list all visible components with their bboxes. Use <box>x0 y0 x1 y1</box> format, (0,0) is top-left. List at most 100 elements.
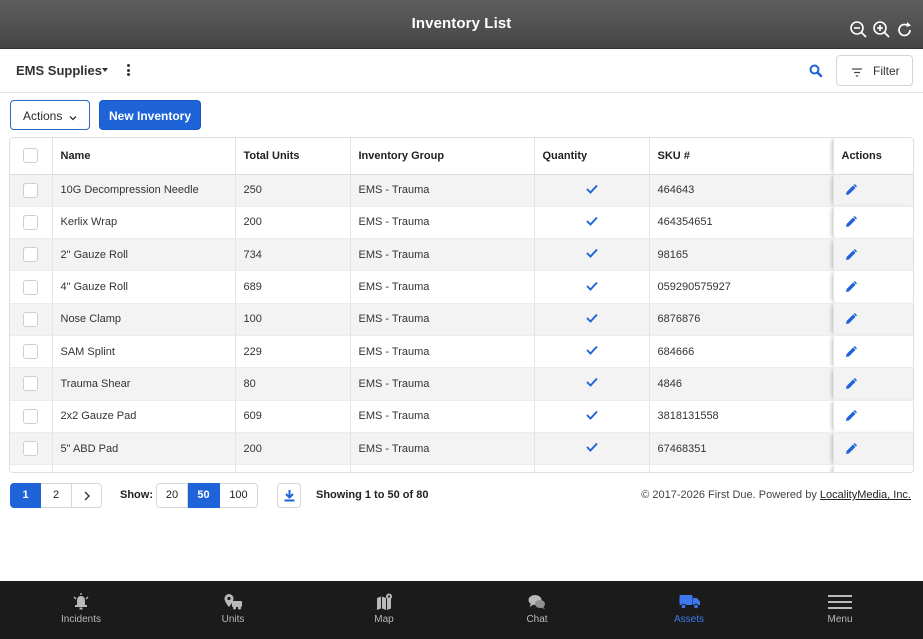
table-header-row: Name Total Units Inventory Group Quantit… <box>10 138 913 175</box>
row-checkbox-cell[interactable] <box>10 206 53 240</box>
truck-icon <box>679 593 700 611</box>
table-row[interactable]: 4" Gauze Roll 689 EMS - Trauma 059290575927 <box>10 270 914 304</box>
cell-quantity <box>534 400 650 433</box>
edit-pencil-icon[interactable] <box>845 410 914 422</box>
cell-name: 2x2 Gauze Pad <box>52 400 236 433</box>
actions-dropdown[interactable]: Actions <box>10 100 90 130</box>
checkmark-icon <box>585 313 598 323</box>
row-checkbox[interactable] <box>23 214 39 230</box>
row-checkbox[interactable] <box>23 279 39 295</box>
cell-inventory-group: EMS - Trauma <box>350 238 535 272</box>
checkmark-icon <box>585 345 598 355</box>
select-all-checkbox[interactable] <box>23 148 39 164</box>
row-checkbox[interactable] <box>23 441 39 457</box>
nav-assets[interactable]: Assets <box>644 581 734 639</box>
cell-name: 10G Decompression Needle <box>52 174 236 207</box>
table-row[interactable]: Kerlix Wrap 200 EMS - Trauma 464354651 <box>10 206 914 240</box>
edit-pencil-icon[interactable] <box>845 442 914 455</box>
showing-count: Showing 1 to 50 of 80 <box>316 489 429 501</box>
table-row[interactable]: 5" ABD Pad 200 EMS - Trauma 67468351 <box>10 432 914 466</box>
row-checkbox-cell[interactable] <box>10 174 53 207</box>
row-checkbox[interactable] <box>23 311 39 327</box>
list-name-dropdown[interactable]: EMS Supplies <box>16 63 102 78</box>
cell-actions <box>833 432 914 466</box>
cell-sku: 6876876 <box>649 303 834 336</box>
cell-name: 4" Gauze Roll <box>52 270 236 304</box>
locality-media-link[interactable]: LocalityMedia, Inc. <box>820 489 911 501</box>
row-checkbox-cell[interactable] <box>10 367 53 401</box>
zoom-out-icon[interactable] <box>849 20 869 40</box>
refresh-icon[interactable] <box>895 20 915 40</box>
table-row[interactable]: SAM Splint 229 EMS - Trauma 684666 <box>10 335 914 369</box>
cell-total-units: 100 <box>235 303 351 336</box>
row-checkbox-cell[interactable] <box>10 303 53 336</box>
page-1-button[interactable]: 1 <box>10 483 41 508</box>
column-header-total-units[interactable]: Total Units <box>235 138 351 175</box>
nav-chat[interactable]: Chat <box>492 581 582 639</box>
row-checkbox[interactable] <box>23 182 39 198</box>
table-row[interactable]: 10G Decompression Needle 250 EMS - Trauma 4… <box>10 174 914 207</box>
row-checkbox-cell[interactable] <box>10 400 53 433</box>
cell-inventory-group: EMS - Trauma <box>350 303 535 336</box>
row-checkbox-cell[interactable] <box>10 270 53 304</box>
inventory-table: Name Total Units Inventory Group Quantit… <box>9 137 914 473</box>
nav-label: Units <box>221 614 245 625</box>
map-pin-vehicle-icon <box>223 593 243 611</box>
table-row[interactable]: 2" Gauze Roll 734 EMS - Trauma 98165 <box>10 238 914 272</box>
nav-units[interactable]: Units <box>188 581 278 639</box>
nav-label: Incidents <box>60 614 102 625</box>
page-size-20[interactable]: 20 <box>156 483 188 508</box>
chevron-down-icon[interactable] <box>102 68 108 72</box>
page-2-button[interactable]: 2 <box>41 483 72 508</box>
row-checkbox[interactable] <box>23 408 39 424</box>
cell-sku: 3818131558 <box>649 400 834 433</box>
row-checkbox[interactable] <box>23 344 39 360</box>
page-size-100[interactable]: 100 <box>220 483 258 508</box>
cell-total-units: 80 <box>235 367 351 401</box>
row-checkbox-cell[interactable] <box>10 432 53 466</box>
download-button[interactable] <box>277 483 301 508</box>
table-row[interactable]: Nose Clamp 100 EMS - Trauma 6876876 <box>10 303 914 336</box>
row-checkbox-cell[interactable] <box>10 238 53 272</box>
select-all-checkbox-cell[interactable] <box>10 138 53 175</box>
edit-pencil-icon[interactable] <box>845 345 914 358</box>
row-checkbox[interactable] <box>23 247 39 263</box>
edit-pencil-icon[interactable] <box>845 216 914 228</box>
edit-pencil-icon[interactable] <box>845 281 914 293</box>
checkmark-icon <box>585 377 598 388</box>
nav-menu[interactable]: Menu <box>795 581 885 639</box>
edit-pencil-icon[interactable] <box>845 377 914 390</box>
page-size-50[interactable]: 50 <box>188 483 220 508</box>
more-options-icon[interactable] <box>127 64 131 78</box>
row-checkbox[interactable] <box>23 376 39 392</box>
cell-actions <box>833 367 914 401</box>
nav-incidents[interactable]: Incidents <box>36 581 126 639</box>
search-icon[interactable] <box>808 63 824 79</box>
cell-actions <box>833 270 914 304</box>
column-header-quantity[interactable]: Quantity <box>534 138 650 175</box>
cell-total-units: 689 <box>235 270 351 304</box>
nav-map[interactable]: Map <box>339 581 429 639</box>
cell-sku: 4846 <box>649 367 834 401</box>
filter-button[interactable]: Filter <box>836 55 913 86</box>
next-page-button[interactable] <box>72 483 102 508</box>
table-row[interactable]: Trauma Shear 80 EMS - Trauma 4846 <box>10 367 914 401</box>
cell-actions <box>833 400 914 433</box>
table-row[interactable]: 2x2 Gauze Pad 609 EMS - Trauma 3818131558 <box>10 400 914 433</box>
hamburger-menu-icon <box>828 593 852 611</box>
pagination: 1 2 <box>10 483 102 508</box>
edit-pencil-icon[interactable] <box>845 248 914 261</box>
cell-total-units: 250 <box>235 174 351 207</box>
list-header: EMS Supplies Filter <box>0 49 923 93</box>
column-header-name[interactable]: Name <box>52 138 236 175</box>
edit-pencil-icon[interactable] <box>845 313 914 325</box>
row-checkbox-cell[interactable] <box>10 335 53 369</box>
column-header-sku[interactable]: SKU # <box>649 138 834 175</box>
cell-inventory-group: EMS - Trauma <box>350 335 535 369</box>
cell-name: Trauma Shear <box>52 367 236 401</box>
edit-pencil-icon[interactable] <box>845 184 914 196</box>
column-header-inventory-group[interactable]: Inventory Group <box>350 138 535 175</box>
zoom-in-icon[interactable] <box>872 20 892 40</box>
new-inventory-button[interactable]: New Inventory <box>99 100 201 130</box>
cell-sku: 98165 <box>649 238 834 272</box>
